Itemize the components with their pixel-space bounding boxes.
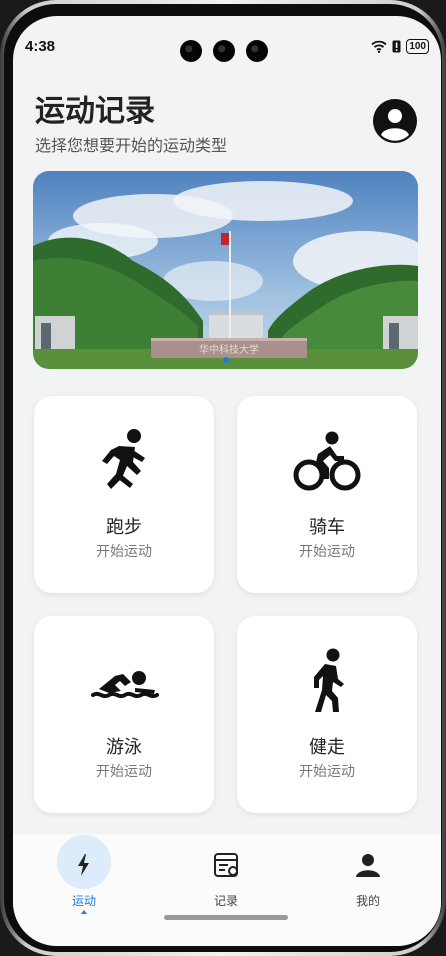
- battery-indicator: 100: [406, 39, 429, 54]
- sport-card-walking[interactable]: 健走 开始运动: [237, 616, 417, 813]
- tab-sport[interactable]: 运动: [29, 834, 139, 934]
- sport-card-running[interactable]: 跑步 开始运动: [34, 396, 214, 593]
- tab-label: 我的: [355, 894, 380, 908]
- sport-name: 跑步: [106, 517, 142, 538]
- signal-alert-icon: [392, 40, 401, 53]
- home-indicator[interactable]: [164, 915, 288, 920]
- status-time: 4:38: [25, 38, 56, 55]
- campus-sign-text: 华中科技大学: [199, 343, 259, 356]
- sport-hint: 开始运动: [299, 764, 355, 780]
- phone-bezel: 4:38 100 运动记录 选择您想要开始的运动类型 华中科技大学 跑步 开始运…: [4, 4, 442, 952]
- record-icon: [214, 853, 238, 877]
- sport-card-cycling[interactable]: 骑车 开始运动: [237, 396, 417, 593]
- running-icon: [102, 429, 145, 489]
- camera-icon: [246, 40, 268, 62]
- tab-label: 运动: [71, 894, 96, 908]
- sport-hint: 开始运动: [299, 544, 355, 560]
- campus-banner[interactable]: 华中科技大学: [33, 171, 418, 369]
- tab-label: 记录: [213, 894, 238, 908]
- sport-name: 骑车: [309, 517, 345, 538]
- avatar-button[interactable]: [373, 99, 417, 143]
- phone-frame: 4:38 100 运动记录 选择您想要开始的运动类型 华中科技大学 跑步 开始运…: [0, 0, 446, 956]
- status-bar: 4:38 100: [13, 16, 441, 68]
- sport-hint: 开始运动: [96, 544, 152, 560]
- camera-icon: [213, 40, 235, 62]
- page-title: 运动记录: [35, 94, 155, 129]
- cycling-icon: [293, 431, 361, 491]
- banner-pager: [33, 357, 418, 363]
- person-icon: [356, 854, 380, 877]
- app-screen: 4:38 100 运动记录 选择您想要开始的运动类型 华中科技大学 跑步 开始运…: [13, 16, 441, 946]
- avatar-icon: [374, 100, 416, 142]
- sport-card-swimming[interactable]: 游泳 开始运动: [34, 616, 214, 813]
- camera-icon: [180, 40, 202, 62]
- walking-icon: [314, 648, 344, 712]
- banner-page-dot[interactable]: [222, 357, 229, 363]
- bottom-tab-bar: 运动 记录 我的: [13, 834, 441, 946]
- wifi-icon: [371, 40, 387, 53]
- active-tab-caret: [81, 910, 87, 914]
- status-icons: 100: [371, 39, 429, 54]
- swimming-icon: [91, 671, 159, 699]
- page-subtitle: 选择您想要开始的运动类型: [35, 136, 228, 155]
- sport-name: 游泳: [106, 737, 142, 758]
- lightning-icon: [78, 854, 89, 876]
- sport-name: 健走: [309, 737, 345, 758]
- sport-hint: 开始运动: [96, 764, 152, 780]
- tab-mine[interactable]: 我的: [313, 834, 423, 934]
- campus-photo: 华中科技大学: [33, 171, 418, 369]
